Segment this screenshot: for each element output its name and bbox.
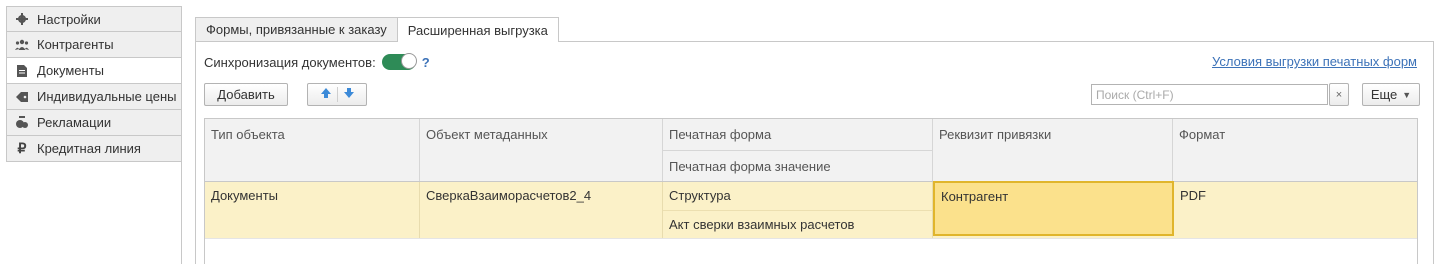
clear-search-button[interactable]: × xyxy=(1329,83,1349,106)
sidebar-divider xyxy=(181,6,182,264)
move-buttons xyxy=(307,83,367,106)
gear-icon xyxy=(15,12,29,26)
sidebar-item-credit-line[interactable]: ₽ Кредитная линия xyxy=(6,136,182,162)
tab-extended-export[interactable]: Расширенная выгрузка xyxy=(396,17,559,42)
column-header-metadata-object[interactable]: Объект метаданных xyxy=(420,119,663,181)
search-input[interactable] xyxy=(1091,84,1328,105)
table-row[interactable]: Документы СверкаВзаиморасчетов2_4 Структ… xyxy=(205,181,1417,238)
move-down-icon[interactable] xyxy=(343,87,355,102)
move-up-icon[interactable] xyxy=(320,87,332,102)
sidebar-item-label: Индивидуальные цены xyxy=(37,89,177,104)
column-header-print-form[interactable]: Печатная форма xyxy=(663,119,933,150)
column-header-object-type[interactable]: Тип объекта xyxy=(205,119,420,181)
sidebar: Настройки Контрагенты Документы Индивиду… xyxy=(6,6,182,162)
cell-print-form-value[interactable]: Акт сверки взаимных расчетов xyxy=(663,210,933,238)
export-conditions-link[interactable]: Условия выгрузки печатных форм xyxy=(1212,54,1417,69)
sidebar-item-individual-prices[interactable]: Индивидуальные цены xyxy=(6,84,182,110)
cell-print-form[interactable]: Структура xyxy=(663,182,933,210)
more-label: Еще xyxy=(1370,87,1398,102)
button-separator xyxy=(336,87,338,102)
price-tag-icon xyxy=(15,90,29,104)
add-button[interactable]: Добавить xyxy=(204,83,288,106)
cell-object-type[interactable]: Документы xyxy=(205,182,420,238)
sidebar-item-settings[interactable]: Настройки xyxy=(6,6,182,32)
sync-label: Синхронизация документов: xyxy=(204,54,376,70)
sidebar-item-complaints[interactable]: Рекламации xyxy=(6,110,182,136)
sidebar-item-label: Рекламации xyxy=(37,115,112,130)
column-header-print-form-value[interactable]: Печатная форма значение xyxy=(663,150,933,181)
cell-binding-attribute[interactable]: Контрагент xyxy=(933,181,1174,236)
more-button[interactable]: Еще ▼ xyxy=(1362,83,1420,106)
cell-format[interactable]: PDF xyxy=(1174,182,1417,238)
document-icon xyxy=(15,64,29,78)
sidebar-item-documents[interactable]: Документы xyxy=(6,58,182,84)
panel-border-right xyxy=(1433,41,1434,264)
chevron-down-icon: ▼ xyxy=(1402,89,1412,100)
cell-metadata-object[interactable]: СверкаВзаиморасчетов2_4 xyxy=(420,182,663,238)
ruble-icon: ₽ xyxy=(17,140,27,156)
users-icon xyxy=(15,38,29,52)
sidebar-item-counterparties[interactable]: Контрагенты xyxy=(6,32,182,58)
sidebar-item-label: Документы xyxy=(37,63,105,78)
tab-order-forms[interactable]: Формы, привязанные к заказу xyxy=(195,17,398,41)
column-header-binding-attribute[interactable]: Реквизит привязки xyxy=(933,119,1173,181)
help-icon[interactable]: ? xyxy=(422,55,430,70)
sync-row: Синхронизация документов: ? xyxy=(204,53,430,70)
row-divider xyxy=(205,238,1417,239)
column-header-format[interactable]: Формат xyxy=(1173,119,1417,181)
sidebar-item-label: Кредитная линия xyxy=(37,141,141,156)
data-table: Тип объекта Объект метаданных Печатная ф… xyxy=(204,118,1418,264)
tab-bar: Формы, привязанные к заказу Расширенная … xyxy=(195,17,559,42)
sidebar-item-label: Контрагенты xyxy=(37,37,114,52)
complaint-icon xyxy=(15,116,29,130)
toggle-knob xyxy=(400,53,417,69)
sync-toggle[interactable] xyxy=(381,53,417,70)
tab-divider xyxy=(195,41,1434,42)
sidebar-item-label: Настройки xyxy=(37,11,101,27)
panel-border-left xyxy=(195,41,196,264)
